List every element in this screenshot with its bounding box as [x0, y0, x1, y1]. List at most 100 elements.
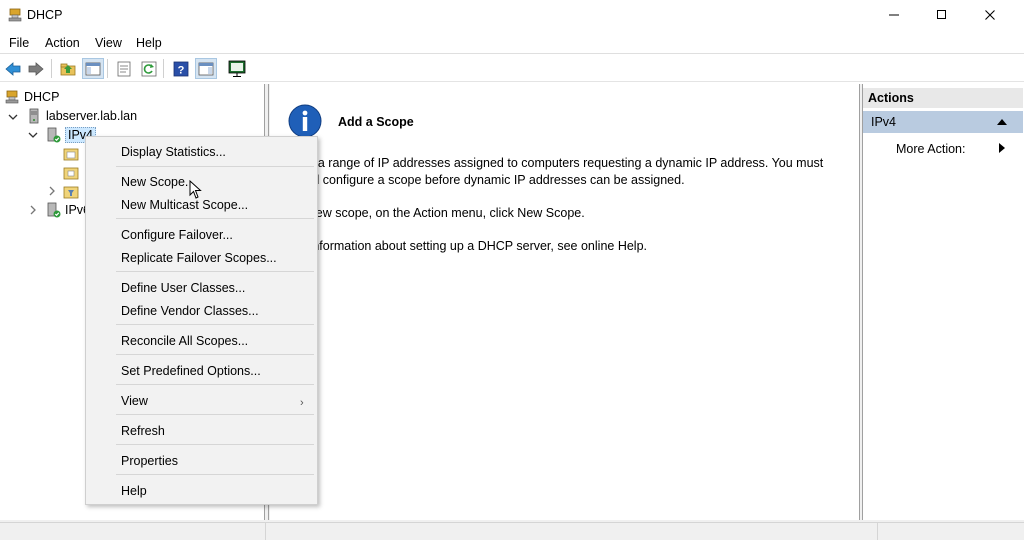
actions-group-label: IPv4	[871, 115, 897, 129]
title-bar: DHCP	[0, 0, 1024, 32]
content-pane: Add a Scope pe is a range of IP addresse…	[270, 84, 860, 520]
menu-help[interactable]: Help	[136, 36, 162, 50]
menu-separator	[116, 414, 314, 415]
menu-separator	[116, 271, 314, 272]
menu-item-replicate-failover-scopes[interactable]: Replicate Failover Scopes...	[86, 247, 317, 269]
back-button[interactable]	[2, 58, 24, 79]
toolbar-separator	[163, 59, 164, 78]
mouse-cursor-icon	[189, 180, 202, 199]
chevron-down-icon	[28, 132, 38, 138]
close-button[interactable]	[967, 0, 1013, 30]
dhcp-icon	[5, 90, 19, 103]
menu-file[interactable]: File	[9, 36, 29, 50]
server-options-icon	[63, 148, 79, 160]
menu-item-help[interactable]: Help	[86, 480, 317, 502]
status-bar	[0, 522, 1024, 540]
menu-item-define-user-classes[interactable]: Define User Classes...	[86, 277, 317, 299]
tree-expand-ipv4[interactable]	[28, 130, 38, 140]
export-list-button[interactable]	[113, 58, 135, 79]
menu-separator	[116, 218, 314, 219]
ipv4-icon	[47, 127, 61, 142]
toolbar: ?	[0, 55, 1024, 82]
menu-action[interactable]: Action	[45, 36, 80, 50]
tree-item-dhcp[interactable]: DHCP	[4, 87, 59, 106]
menu-separator	[116, 324, 314, 325]
content-paragraph-1-line-2: e and configure a scope before dynamic I…	[288, 173, 685, 187]
chevron-right-icon	[30, 205, 36, 215]
menu-view[interactable]: View	[95, 36, 122, 50]
filters-icon	[63, 186, 79, 198]
status-segment	[877, 523, 1024, 540]
menu-item-view[interactable]: View ›	[86, 390, 317, 412]
refresh-icon	[141, 61, 157, 76]
export-list-icon	[117, 61, 131, 76]
forward-icon	[28, 61, 44, 76]
menu-item-define-vendor-classes[interactable]: Define Vendor Classes...	[86, 300, 317, 322]
menu-separator	[116, 474, 314, 475]
svg-text:?: ?	[178, 64, 185, 76]
tree-expand-ipv6[interactable]	[28, 205, 38, 215]
menu-item-display-statistics[interactable]: Display Statistics...	[86, 141, 317, 163]
refresh-button[interactable]	[138, 58, 160, 79]
toolbar-separator	[51, 59, 52, 78]
close-icon	[985, 10, 995, 20]
menu-item-view-label: View	[121, 394, 148, 408]
content-paragraph-1-line-1: pe is a range of IP addresses assigned t…	[288, 156, 824, 170]
tree-expand-filters[interactable]	[47, 186, 57, 196]
window-title: DHCP	[27, 8, 63, 22]
maximize-icon	[937, 10, 946, 19]
submenu-arrow-icon	[999, 143, 1005, 153]
show-hide-tree-icon	[85, 62, 101, 75]
menu-item-properties[interactable]: Properties	[86, 450, 317, 472]
menu-separator	[116, 444, 314, 445]
tree-item-policies[interactable]	[63, 163, 83, 182]
info-icon	[288, 104, 322, 138]
content-title: Add a Scope	[338, 115, 414, 129]
menu-item-set-predefined-options[interactable]: Set Predefined Options...	[86, 360, 317, 382]
show-action-pane-icon	[198, 62, 214, 75]
monitor-icon	[228, 60, 246, 77]
menu-item-refresh[interactable]: Refresh	[86, 420, 317, 442]
up-folder-icon	[60, 63, 76, 75]
server-icon	[29, 108, 39, 123]
back-icon	[5, 61, 21, 76]
forward-button[interactable]	[25, 58, 47, 79]
content-paragraph-3: ore information about setting up a DHCP …	[288, 239, 647, 253]
collapse-up-icon[interactable]	[997, 119, 1007, 125]
help-button[interactable]: ?	[170, 58, 192, 79]
chevron-right-icon: ›	[300, 397, 304, 409]
actions-group-ipv4[interactable]: IPv4	[863, 111, 1023, 133]
tree-item-ipv6[interactable]: IPv6	[45, 200, 90, 219]
menu-item-configure-failover[interactable]: Configure Failover...	[86, 224, 317, 246]
maximize-button[interactable]	[919, 0, 965, 30]
tree-label-dhcp: DHCP	[24, 89, 60, 104]
tree-label-server: labserver.lab.lan	[46, 108, 138, 123]
menu-item-reconcile-all-scopes[interactable]: Reconcile All Scopes...	[86, 330, 317, 352]
dhcp-app-icon	[8, 8, 22, 22]
chevron-down-icon	[8, 114, 18, 120]
up-folder-button[interactable]	[57, 58, 79, 79]
minimize-button[interactable]	[871, 0, 917, 30]
more-actions-item[interactable]: More Action:	[896, 142, 965, 156]
actions-pane: Actions IPv4 More Action:	[862, 84, 1024, 520]
menu-separator	[116, 384, 314, 385]
tree-item-filters[interactable]	[63, 182, 83, 201]
actions-header: Actions	[863, 88, 1023, 108]
monitor-button[interactable]	[226, 58, 248, 79]
chevron-right-icon	[49, 186, 55, 196]
tree-expand-server[interactable]	[8, 112, 18, 122]
minimize-icon	[889, 14, 899, 16]
show-hide-tree-button[interactable]	[82, 58, 104, 79]
menu-bar: File Action View Help	[0, 32, 1024, 54]
tree-item-server-options[interactable]	[63, 144, 83, 163]
toolbar-separator	[107, 59, 108, 78]
menu-separator	[116, 354, 314, 355]
status-segment	[265, 523, 877, 540]
tree-item-server[interactable]: labserver.lab.lan	[26, 106, 137, 125]
menu-separator	[116, 166, 314, 167]
policies-icon	[63, 167, 79, 179]
ipv6-icon	[47, 202, 61, 217]
show-action-pane-button[interactable]	[195, 58, 217, 79]
help-icon: ?	[173, 61, 189, 76]
content-paragraph-2: d a new scope, on the Action menu, click…	[288, 206, 585, 220]
